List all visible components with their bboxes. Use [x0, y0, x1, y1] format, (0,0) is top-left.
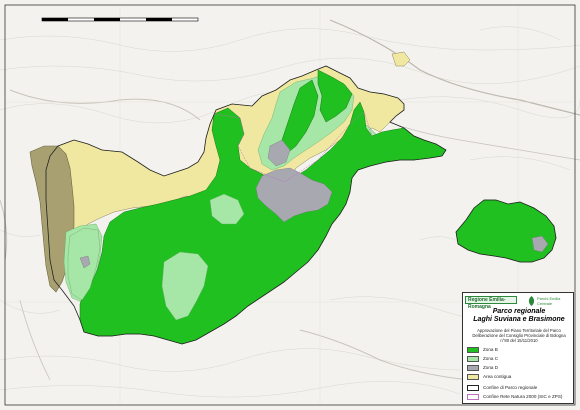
legend-item-label: Zona C: [483, 356, 499, 361]
legend-item-label: Zona D: [483, 365, 499, 370]
legend-title-line1: Parco regionale: [492, 308, 546, 315]
legend-logos: Regione Emilia-Romagna Parchi Emilia Cen…: [465, 295, 571, 310]
legend-subtitle-line3: n°80 del 15/11/2010: [500, 338, 538, 343]
parchi-logo: Parchi Emilia Centrale: [527, 295, 571, 307]
legend-swatch: [467, 385, 479, 391]
map-legend: Regione Emilia-Romagna Parchi Emilia Cen…: [462, 292, 574, 404]
legend-item-label: Confine di Parco regionale: [483, 385, 538, 390]
legend-item-zona-c: Zona C: [467, 356, 573, 363]
legend-swatch: [467, 365, 479, 371]
parchi-logo-text: Parchi Emilia Centrale: [537, 296, 561, 306]
legend-swatch: [467, 347, 479, 353]
scale-bar: [41, 17, 199, 22]
legend-item-confine-parco: Confine di Parco regionale: [467, 385, 573, 392]
legend-swatch: [467, 356, 479, 362]
legend-item-label: Zona B: [483, 347, 498, 352]
legend-swatch: [467, 374, 479, 380]
legend-item-zona-d: Zona D: [467, 365, 573, 372]
regione-logo: Regione Emilia-Romagna: [465, 296, 517, 310]
legend-title-line2: Laghi Suviana e Brasimone: [473, 316, 565, 323]
leaf-icon: [528, 296, 535, 306]
legend-swatch: [467, 394, 479, 400]
legend-item-zona-b: Zona B: [467, 347, 573, 354]
legend-item-area-contigua: Area contigua: [467, 374, 573, 381]
legend-item-label: Area contigua: [483, 374, 512, 379]
legend-item-natura-2000: Confine Rete Natura 2000 (SIC e ZPS): [467, 394, 573, 401]
legend-item-label: Confine Rete Natura 2000 (SIC e ZPS): [483, 394, 563, 399]
